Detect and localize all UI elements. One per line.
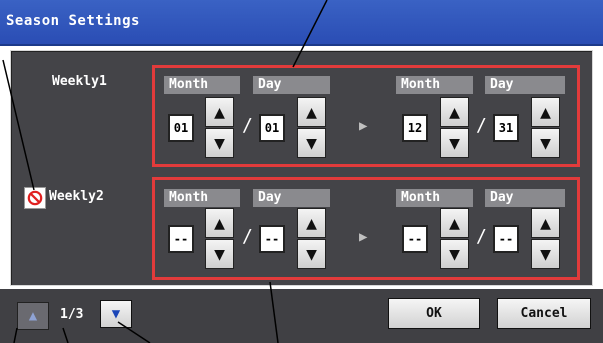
weekly2-start-month-value: -- (168, 225, 194, 253)
weekly1-end-day-up-button[interactable]: ▲ (531, 97, 560, 127)
weekly1-start-separator: / (242, 115, 253, 136)
weekly2-start-day-header: Day (253, 189, 330, 207)
up-arrow-icon: ▲ (214, 212, 225, 234)
page-indicator: 1/3 (60, 307, 84, 322)
page-down-button[interactable]: ▼ (100, 300, 132, 328)
up-arrow-icon: ▲ (449, 101, 460, 123)
weekly2-end-day-down-button[interactable]: ▼ (531, 239, 560, 269)
down-arrow-icon: ▼ (449, 243, 460, 265)
title-bar: Season Settings (0, 0, 603, 46)
up-arrow-icon: ▲ (449, 212, 460, 234)
weekly2-start-day-up-button[interactable]: ▲ (297, 208, 326, 238)
down-arrow-icon: ▼ (306, 243, 317, 265)
weekly1-start-month-up-button[interactable]: ▲ (205, 97, 234, 127)
weekly1-start-day-up-button[interactable]: ▲ (297, 97, 326, 127)
weekly1-end-separator: / (476, 115, 487, 136)
page-up-button[interactable]: ▲ (17, 302, 49, 330)
up-arrow-icon: ▲ (306, 101, 317, 123)
down-arrow-icon: ▼ (306, 132, 317, 154)
weekly2-start-separator: / (242, 226, 253, 247)
up-arrow-icon: ▲ (306, 212, 317, 234)
down-arrow-icon: ▼ (214, 243, 225, 265)
weekly2-start-month-up-button[interactable]: ▲ (205, 208, 234, 238)
weekly1-start-month-value: 01 (168, 114, 194, 142)
weekly1-start-day-value: 01 (259, 114, 285, 142)
no-entry-icon[interactable] (24, 187, 46, 209)
down-arrow-icon: ▼ (449, 132, 460, 154)
weekly1-end-month-down-button[interactable]: ▼ (440, 128, 469, 158)
weekly2-end-day-up-button[interactable]: ▲ (531, 208, 560, 238)
weekly1-end-day-down-button[interactable]: ▼ (531, 128, 560, 158)
ok-button[interactable]: OK (388, 298, 480, 329)
range-arrow-icon: ▶ (359, 118, 368, 134)
weekly1-end-day-value: 31 (493, 114, 519, 142)
weekly1-end-day-header: Day (485, 76, 565, 94)
down-arrow-icon: ▼ (214, 132, 225, 154)
weekly2-start-month-down-button[interactable]: ▼ (205, 239, 234, 269)
weekly1-start-month-header: Month (164, 76, 240, 94)
weekly2-end-day-value: -- (493, 225, 519, 253)
cancel-button[interactable]: Cancel (497, 298, 591, 329)
weekly1-start-month-down-button[interactable]: ▼ (205, 128, 234, 158)
weekly2-end-month-header: Month (396, 189, 473, 207)
weekly1-start-day-header: Day (253, 76, 330, 94)
weekly1-end-month-header: Month (396, 76, 473, 94)
up-arrow-icon: ▲ (540, 101, 551, 123)
weekly2-end-month-value: -- (402, 225, 428, 253)
weekly2-end-month-down-button[interactable]: ▼ (440, 239, 469, 269)
range-arrow-icon: ▶ (359, 229, 368, 245)
weekly2-end-separator: / (476, 226, 487, 247)
down-arrow-icon: ▼ (540, 132, 551, 154)
window-title: Season Settings (6, 13, 140, 29)
up-arrow-icon: ▲ (28, 308, 38, 324)
weekly2-start-month-header: Month (164, 189, 240, 207)
weekly1-label: Weekly1 (52, 74, 107, 89)
down-arrow-icon: ▼ (111, 306, 121, 322)
up-arrow-icon: ▲ (214, 101, 225, 123)
up-arrow-icon: ▲ (540, 212, 551, 234)
weekly2-end-month-up-button[interactable]: ▲ (440, 208, 469, 238)
weekly2-label: Weekly2 (49, 189, 104, 204)
weekly2-end-day-header: Day (485, 189, 565, 207)
weekly2-start-day-down-button[interactable]: ▼ (297, 239, 326, 269)
weekly1-start-day-down-button[interactable]: ▼ (297, 128, 326, 158)
weekly2-start-day-value: -- (259, 225, 285, 253)
down-arrow-icon: ▼ (540, 243, 551, 265)
weekly1-end-month-value: 12 (402, 114, 428, 142)
weekly1-end-month-up-button[interactable]: ▲ (440, 97, 469, 127)
